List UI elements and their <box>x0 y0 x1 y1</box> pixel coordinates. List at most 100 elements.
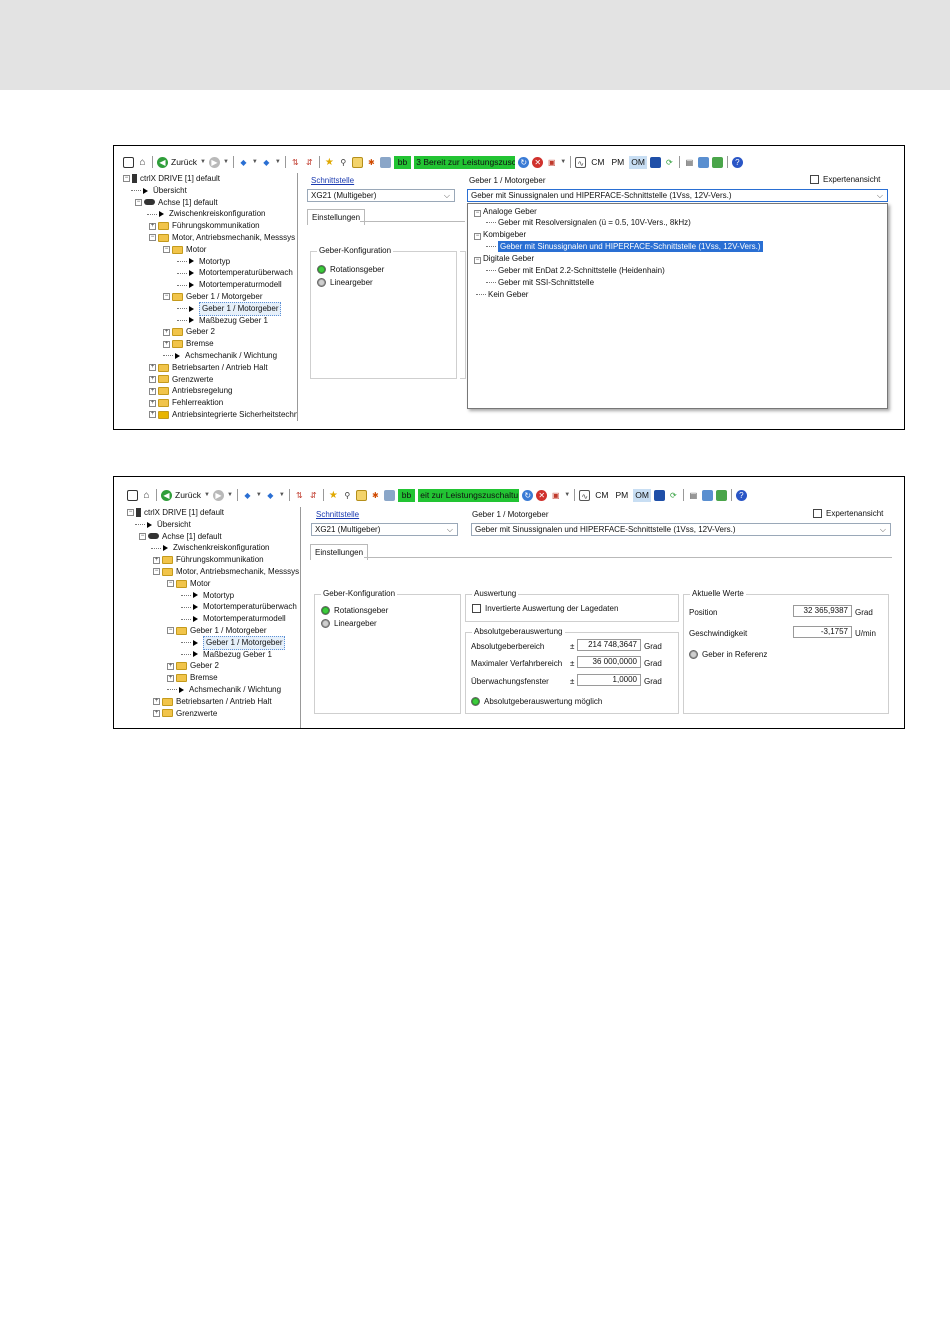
expert-view-checkbox[interactable]: Expertenansicht <box>810 175 880 185</box>
tree-item-command-communication[interactable]: + Führungskommunikation <box>123 220 297 232</box>
back-arrow-icon[interactable]: ◀ <box>161 489 172 501</box>
tree-item-motor-mechanics[interactable]: − Motor, Antriebsmechanik, Messsys <box>127 566 300 578</box>
upload-parameters-icon[interactable]: ⇅ <box>294 490 305 501</box>
tab-settings[interactable]: Einstellungen <box>310 544 369 560</box>
import-icon[interactable] <box>711 156 723 168</box>
list-group-analog[interactable]: − Analoge Geber <box>474 206 537 217</box>
tree-item-safety[interactable]: + Antriebsintegrierte Sicherheitstechnik <box>123 409 297 421</box>
error-icon[interactable]: ▣ <box>550 490 561 501</box>
list-group-digital[interactable]: − Digitale Geber <box>474 253 534 264</box>
tree-item-motor-type[interactable]: Motortyp <box>127 590 300 602</box>
download-parameters-icon[interactable]: ⇵ <box>308 490 319 501</box>
tree-item-brake[interactable]: + Bremse <box>123 338 297 350</box>
linear-encoder-radio[interactable]: Lineargeber <box>317 278 373 288</box>
nav-down-dropdown-icon[interactable]: ▼ <box>275 159 281 165</box>
back-dropdown-icon[interactable]: ▼ <box>200 159 206 165</box>
mode-pm-button[interactable]: PM <box>609 156 626 169</box>
tree-item-brake[interactable]: + Bremse <box>127 672 300 684</box>
monitor-window-input[interactable]: 1,0000 <box>577 674 641 686</box>
window-icon[interactable] <box>127 489 138 501</box>
max-travel-input[interactable]: 36 000,0000 <box>577 656 641 668</box>
tree-item-limits[interactable]: + Grenzwerte <box>123 374 297 386</box>
window-icon[interactable] <box>123 156 134 168</box>
encoder-type-select[interactable]: Geber mit Sinussignalen und HIPERFACE-Sc… <box>467 189 888 202</box>
oscilloscope-icon[interactable]: ∿ <box>579 489 591 501</box>
list-item-no-encoder[interactable]: Kein Geber <box>476 289 528 300</box>
tab-settings[interactable]: Einstellungen <box>307 209 366 225</box>
list-icon[interactable] <box>351 156 363 168</box>
nav-up-dropdown-icon[interactable]: ▼ <box>256 492 262 498</box>
tree-item-motor-temp-monitoring[interactable]: Motortemperaturüberwach <box>127 601 300 613</box>
tree-item-dc-bus[interactable]: Zwischenkreiskonfiguration <box>123 208 297 220</box>
tree-item-operating-modes[interactable]: + Betriebsarten / Antrieb Halt <box>127 696 300 708</box>
nav-down-icon[interactable]: ◆ <box>265 490 276 501</box>
tree-item-command-communication[interactable]: + Führungskommunikation <box>127 554 300 566</box>
tree-item-axis-mechanics[interactable]: Achsmechanik / Wichtung <box>127 684 300 696</box>
forward-arrow-icon[interactable]: ▶ <box>212 489 224 501</box>
tree-item-overview[interactable]: Übersicht <box>123 185 297 197</box>
tree-item-encoder1[interactable]: Geber 1 / Motorgeber <box>123 301 297 316</box>
tree-item-encoder1-scaling[interactable]: Maßbezug Geber 1 <box>127 649 300 661</box>
tree-item-encoder2[interactable]: + Geber 2 <box>127 660 300 672</box>
tree-item-motor-temp-monitoring[interactable]: Motortemperaturüberwach <box>123 267 297 279</box>
tree-item-motor[interactable]: − Motor <box>127 578 300 590</box>
import-icon[interactable] <box>715 489 727 501</box>
tree-item-motor-type[interactable]: Motortyp <box>123 256 297 268</box>
cycle-icon[interactable]: ⟳ <box>664 157 675 168</box>
tree-item-encoder2[interactable]: + Geber 2 <box>123 326 297 338</box>
interface-select[interactable]: XG21 (Multigeber) ⌵ <box>311 523 458 536</box>
settings-search-icon[interactable]: ✱ <box>370 490 381 501</box>
interface-select[interactable]: XG21 (Multigeber) ⌵ <box>307 189 455 202</box>
drive-icon[interactable] <box>383 489 395 501</box>
home-icon[interactable]: ⌂ <box>137 157 148 168</box>
upload-parameters-icon[interactable]: ⇅ <box>290 157 301 168</box>
mode-pm-button[interactable]: PM <box>613 489 630 502</box>
terminal-icon[interactable] <box>649 156 661 168</box>
download-parameters-icon[interactable]: ⇵ <box>304 157 315 168</box>
nav-up-icon[interactable]: ◆ <box>242 490 253 501</box>
tree-item-motor-temp-model[interactable]: Motortemperaturmodell <box>127 613 300 625</box>
mode-cm-button[interactable]: CM <box>593 489 610 502</box>
error-dropdown-icon[interactable]: ▼ <box>560 159 566 165</box>
drive-icon[interactable] <box>379 156 391 168</box>
tree-item-operating-modes[interactable]: + Betriebsarten / Antrieb Halt <box>123 362 297 374</box>
forward-dropdown-icon[interactable]: ▼ <box>227 492 233 498</box>
list-group-combo[interactable]: − Kombigeber <box>474 229 526 240</box>
nav-down-icon[interactable]: ◆ <box>261 157 272 168</box>
mode-cm-button[interactable]: CM <box>589 156 606 169</box>
rotary-encoder-radio[interactable]: Rotationsgeber <box>317 265 384 275</box>
help-icon[interactable]: ? <box>731 156 743 168</box>
home-icon[interactable]: ⌂ <box>141 490 152 501</box>
expert-view-checkbox[interactable]: Expertenansicht <box>813 509 883 519</box>
encoder-type-select[interactable]: Geber mit Sinussignalen und HIPERFACE-Sc… <box>471 523 891 536</box>
favorite-star-icon[interactable]: ★ <box>324 157 335 168</box>
export-icon[interactable] <box>701 489 713 501</box>
refresh-icon[interactable]: ↻ <box>518 156 530 168</box>
forward-arrow-icon[interactable]: ▶ <box>208 156 220 168</box>
terminal-icon[interactable] <box>653 489 665 501</box>
back-arrow-icon[interactable]: ◀ <box>157 156 168 168</box>
cycle-icon[interactable]: ⟳ <box>668 490 679 501</box>
rotary-encoder-radio[interactable]: Rotationsgeber <box>321 606 388 616</box>
nav-up-icon[interactable]: ◆ <box>238 157 249 168</box>
compare-icon[interactable]: ▤ <box>684 157 695 168</box>
back-dropdown-icon[interactable]: ▼ <box>204 492 210 498</box>
tree-item-axis-mechanics[interactable]: Achsmechanik / Wichtung <box>123 350 297 362</box>
error-dropdown-icon[interactable]: ▼ <box>564 492 570 498</box>
binoculars-icon[interactable]: ⚲ <box>342 490 353 501</box>
help-icon[interactable]: ? <box>735 489 747 501</box>
tree-item-encoder1[interactable]: Geber 1 / Motorgeber <box>127 635 300 650</box>
tree-item-motor[interactable]: − Motor <box>123 244 297 256</box>
settings-search-icon[interactable]: ✱ <box>366 157 377 168</box>
export-icon[interactable] <box>697 156 709 168</box>
tree-item-motor-temp-model[interactable]: Motortemperaturmodell <box>123 279 297 291</box>
tree-item-encoder1-scaling[interactable]: Maßbezug Geber 1 <box>123 315 297 327</box>
tree-item-dc-bus[interactable]: Zwischenkreiskonfiguration <box>127 542 300 554</box>
nav-up-dropdown-icon[interactable]: ▼ <box>252 159 258 165</box>
refresh-icon[interactable]: ↻ <box>522 489 534 501</box>
tree-item-drive[interactable]: − ctrlX DRIVE [1] default <box>127 507 300 519</box>
tree-item-limits[interactable]: + Grenzwerte <box>127 708 300 720</box>
interface-link[interactable]: Schnittstelle <box>311 176 354 185</box>
list-item-ssi[interactable]: Geber mit SSI-Schnittstelle <box>486 277 594 288</box>
tree-item-overview[interactable]: Übersicht <box>127 519 300 531</box>
